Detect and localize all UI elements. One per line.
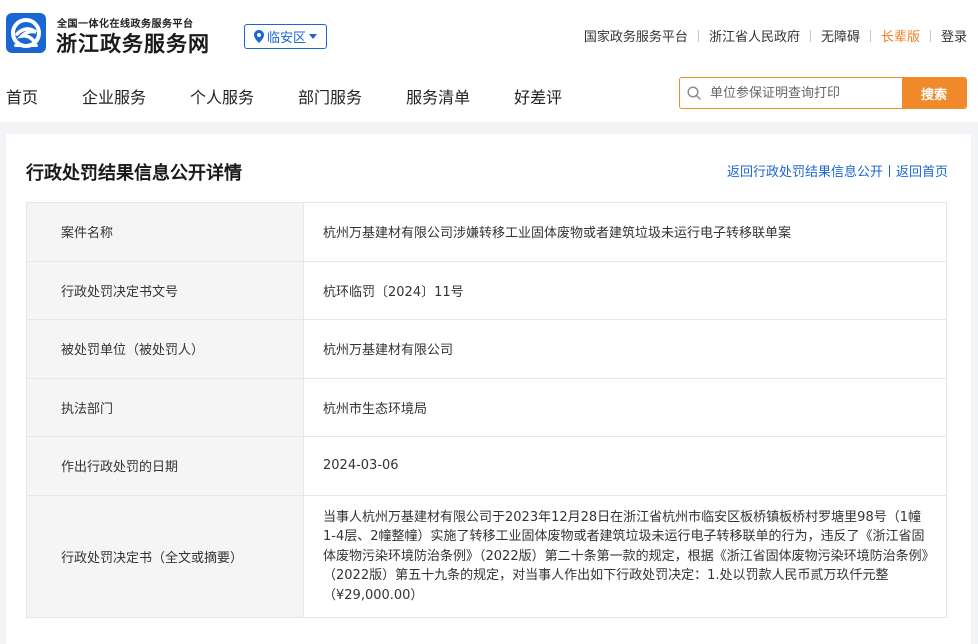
table-row: 执法部门 杭州市生态环境局 — [26, 377, 947, 437]
page-title: 行政处罚结果信息公开详情 — [26, 163, 242, 184]
divider — [929, 29, 931, 42]
row-value: 杭环临罚〔2024〕11号 — [303, 260, 947, 320]
row-value: 2024-03-06 — [303, 436, 947, 496]
top-links: 国家政务服务平台 浙江省人民政府 无障碍 长辈版 登录 — [584, 26, 967, 45]
divider — [697, 29, 699, 42]
row-label: 作出行政处罚的日期 — [26, 436, 304, 496]
row-value: 杭州万基建材有限公司 — [303, 319, 947, 379]
back-to-home-link[interactable]: 返回首页 — [896, 161, 948, 180]
brand-title[interactable]: 浙江政务服务网 — [56, 28, 210, 58]
national-platform-link[interactable]: 国家政务服务平台 — [584, 26, 688, 45]
location-pin-icon — [253, 30, 264, 43]
search-input[interactable] — [708, 78, 902, 108]
region-label: 临安区 — [266, 31, 306, 46]
row-label: 被处罚单位（被处罚人） — [26, 319, 304, 379]
accessibility-link[interactable]: 无障碍 — [821, 26, 860, 45]
province-gov-link[interactable]: 浙江省人民政府 — [709, 26, 800, 45]
detail-table: 案件名称 杭州万基建材有限公司涉嫌转移工业固体废物或者建筑垃圾未运行电子转移联单… — [26, 202, 947, 618]
search-icon — [680, 78, 708, 108]
row-label: 行政处罚决定书（全文或摘要） — [26, 494, 304, 618]
elder-mode-link[interactable]: 长辈版 — [881, 26, 920, 45]
nav-item-department[interactable]: 部门服务 — [298, 84, 362, 108]
row-label: 执法部门 — [26, 377, 304, 437]
detail-card: 行政处罚结果信息公开详情 返回行政处罚结果信息公开 返回首页 案件名称 杭州万基… — [6, 134, 971, 644]
nav-item-personal[interactable]: 个人服务 — [190, 84, 254, 108]
divider — [888, 164, 890, 177]
table-row: 行政处罚决定书（全文或摘要） 当事人杭州万基建材有限公司于2023年12月28日… — [26, 494, 947, 618]
row-value: 杭州万基建材有限公司涉嫌转移工业固体废物或者建筑垃圾未运行电子转移联单案 — [303, 202, 947, 262]
nav-item-rating[interactable]: 好差评 — [514, 84, 562, 108]
divider — [869, 29, 871, 42]
table-row: 作出行政处罚的日期 2024-03-06 — [26, 436, 947, 496]
caret-down-icon — [309, 33, 317, 39]
login-link[interactable]: 登录 — [941, 26, 967, 45]
card-links: 返回行政处罚结果信息公开 返回首页 — [727, 161, 948, 180]
search-box: 搜索 — [679, 77, 967, 109]
site-header: 全国一体化在线政务服务平台 浙江政务服务网 临安区 国家政务服务平台 浙江省人民… — [0, 0, 978, 122]
table-row: 行政处罚决定书文号 杭环临罚〔2024〕11号 — [26, 260, 947, 320]
search-button[interactable]: 搜索 — [902, 78, 966, 108]
divider — [809, 29, 811, 42]
nav-item-service-list[interactable]: 服务清单 — [406, 84, 470, 108]
nav-item-enterprise[interactable]: 企业服务 — [82, 84, 146, 108]
main-nav: 首页 企业服务 个人服务 部门服务 服务清单 好差评 — [6, 84, 606, 108]
table-row: 案件名称 杭州万基建材有限公司涉嫌转移工业固体废物或者建筑垃圾未运行电子转移联单… — [26, 202, 947, 262]
row-label: 行政处罚决定书文号 — [26, 260, 304, 320]
nav-item-home[interactable]: 首页 — [6, 84, 38, 108]
zhejiang-gov-logo-icon[interactable] — [6, 13, 46, 53]
back-to-list-link[interactable]: 返回行政处罚结果信息公开 — [727, 161, 883, 180]
region-selector-button[interactable]: 临安区 — [244, 24, 327, 49]
row-value: 当事人杭州万基建材有限公司于2023年12月28日在浙江省杭州市临安区板桥镇板桥… — [303, 494, 947, 618]
table-row: 被处罚单位（被处罚人） 杭州万基建材有限公司 — [26, 319, 947, 379]
row-value: 杭州市生态环境局 — [303, 377, 947, 437]
row-label: 案件名称 — [26, 202, 304, 262]
